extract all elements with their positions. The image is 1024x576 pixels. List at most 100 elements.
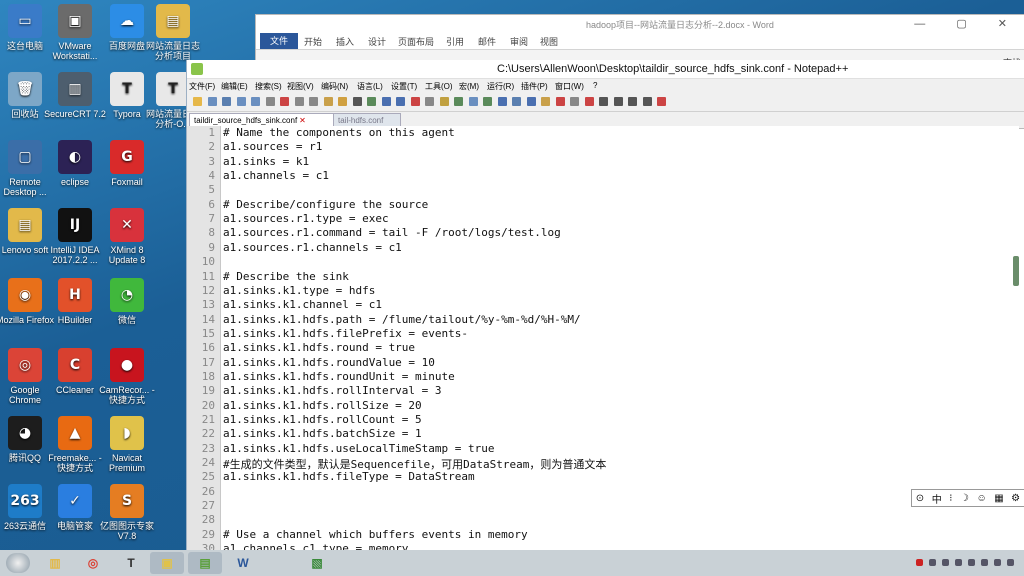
tray-icon[interactable] bbox=[929, 559, 936, 566]
toolbar-button-icon[interactable] bbox=[439, 97, 449, 106]
word-tab[interactable]: 审阅 bbox=[510, 35, 528, 48]
ime-button[interactable]: 中 bbox=[932, 491, 942, 506]
toolbar-button-icon[interactable] bbox=[396, 97, 405, 106]
toolbar-button-icon[interactable] bbox=[526, 97, 536, 106]
desktop-icon[interactable]: ◗ Navicat Premium bbox=[96, 416, 158, 473]
menu-item[interactable]: 宏(M) bbox=[459, 81, 479, 92]
code-line[interactable]: a1.sinks.k1.hdfs.fileType = DataStream bbox=[223, 470, 475, 483]
menu-item[interactable]: 搜索(S) bbox=[255, 81, 282, 92]
code-line[interactable]: # Use a channel which buffers events in … bbox=[223, 528, 528, 541]
menu-item[interactable]: 编辑(E) bbox=[221, 81, 248, 92]
toolbar-button-icon[interactable] bbox=[381, 97, 391, 106]
toolbar-button-icon[interactable] bbox=[265, 97, 275, 106]
toolbar-button-icon[interactable] bbox=[454, 97, 463, 106]
tray-icon[interactable] bbox=[942, 559, 949, 566]
ime-button[interactable]: ⊙ bbox=[916, 493, 924, 504]
toolbar-button-icon[interactable] bbox=[425, 97, 434, 106]
toolbar-button-icon[interactable] bbox=[497, 97, 507, 106]
code-line[interactable]: a1.sinks.k1.hdfs.rollCount = 5 bbox=[223, 413, 422, 426]
code-line[interactable]: a1.sinks.k1.hdfs.useLocalTimeStamp = tru… bbox=[223, 442, 495, 455]
menu-item[interactable]: 运行(R) bbox=[487, 81, 514, 92]
tray-icon[interactable] bbox=[994, 559, 1001, 566]
toolbar-button-icon[interactable] bbox=[555, 97, 565, 106]
toolbar-button-icon[interactable] bbox=[193, 97, 202, 106]
menu-item[interactable]: 编码(N) bbox=[321, 81, 348, 92]
word-tab[interactable]: 视图 bbox=[540, 35, 558, 48]
taskbar-app-explorer[interactable]: ▥ bbox=[38, 552, 72, 574]
toolbar-button-icon[interactable] bbox=[236, 97, 246, 106]
taskbar-app-notepad[interactable]: ▣ bbox=[150, 552, 184, 574]
toolbar-button-icon[interactable] bbox=[352, 97, 362, 106]
code-editor[interactable]: 1 2 3 4 5 6 7 8 9 10 11 12 13 14 15 16 17 18 19 20 21 22 23 24 2… bbox=[187, 126, 1019, 555]
toolbar-button-icon[interactable] bbox=[468, 97, 478, 106]
ime-toolbar[interactable]: ⊙ 中 ⁝ ☽ ☺ ▦ ⚙ bbox=[911, 489, 1024, 507]
menu-item[interactable]: 视图(V) bbox=[287, 81, 314, 92]
code-line[interactable]: a1.sources.r1.channels = c1 bbox=[223, 241, 402, 254]
menu-item[interactable]: 语言(L) bbox=[357, 81, 383, 92]
word-window-buttons[interactable]: — ▢ ✕ bbox=[914, 17, 1021, 30]
toolbar-button-icon[interactable] bbox=[309, 97, 318, 106]
menu-item[interactable]: 工具(O) bbox=[425, 81, 453, 92]
vertical-scrollbar-thumb[interactable] bbox=[1013, 256, 1019, 286]
code-line[interactable]: a1.sources = r1 bbox=[223, 140, 322, 153]
start-button[interactable] bbox=[6, 553, 30, 573]
ime-button[interactable]: ☽ bbox=[960, 493, 969, 504]
toolbar-button-icon[interactable] bbox=[599, 97, 608, 106]
ime-button[interactable]: ⚙ bbox=[1011, 493, 1020, 504]
code-line[interactable]: a1.sinks.k1.hdfs.batchSize = 1 bbox=[223, 427, 422, 440]
code-line[interactable]: a1.sources.r1.type = exec bbox=[223, 212, 389, 225]
system-tray[interactable] bbox=[916, 559, 1016, 567]
code-line[interactable]: a1.sinks.k1.hdfs.path = /flume/tailout/%… bbox=[223, 313, 581, 326]
desktop-icon[interactable]: ▤ 网站流量日志分析项目 bbox=[142, 4, 204, 61]
toolbar-button-icon[interactable] bbox=[483, 97, 492, 106]
taskbar-app-npp[interactable]: ▤ bbox=[188, 552, 222, 574]
toolbar-button-icon[interactable] bbox=[613, 97, 623, 106]
word-tab[interactable]: 邮件 bbox=[478, 35, 496, 48]
code-line[interactable]: a1.sinks.k1.type = hdfs bbox=[223, 284, 375, 297]
toolbar-button-icon[interactable] bbox=[584, 97, 594, 106]
tray-icon[interactable] bbox=[955, 559, 962, 566]
desktop-icon[interactable]: ✕ XMind 8 Update 8 bbox=[96, 208, 158, 265]
desktop-icon[interactable]: S 亿图图示专家 V7.8 bbox=[96, 484, 158, 541]
code-line[interactable]: a1.sinks.k1.hdfs.round = true bbox=[223, 341, 415, 354]
toolbar-button-icon[interactable] bbox=[251, 97, 260, 106]
toolbar-button-icon[interactable] bbox=[280, 97, 289, 106]
word-titlebar[interactable]: hadoop项目--网站流量日志分析--2.docx - Word — ▢ ✕ bbox=[256, 15, 1024, 33]
menu-item[interactable]: 设置(T) bbox=[391, 81, 417, 92]
word-tab[interactable]: 页面布局 bbox=[398, 35, 434, 48]
toolbar-button-icon[interactable] bbox=[207, 97, 217, 106]
toolbar-button-icon[interactable] bbox=[570, 97, 579, 106]
word-tab[interactable]: 设计 bbox=[368, 35, 386, 48]
toolbar-button-icon[interactable] bbox=[338, 97, 347, 106]
code-line[interactable]: a1.sinks.k1.channel = c1 bbox=[223, 298, 382, 311]
toolbar-button-icon[interactable] bbox=[512, 97, 521, 106]
code-line[interactable]: a1.sinks.k1.hdfs.rollInterval = 3 bbox=[223, 384, 442, 397]
close-icon[interactable]: ✕ bbox=[299, 116, 306, 125]
code-line[interactable]: a1.sinks.k1.hdfs.roundValue = 10 bbox=[223, 356, 435, 369]
toolbar-button-icon[interactable] bbox=[410, 97, 420, 106]
code-line[interactable]: # Name the components on this agent bbox=[223, 126, 455, 139]
taskbar-app-chrome[interactable]: ◎ bbox=[76, 552, 110, 574]
menu-item[interactable]: 插件(P) bbox=[521, 81, 548, 92]
word-tab[interactable]: 引用 bbox=[446, 35, 464, 48]
code-line[interactable]: # Describe/configure the source bbox=[223, 198, 428, 211]
toolbar-button-icon[interactable] bbox=[367, 97, 376, 106]
ime-button[interactable]: ⁝ bbox=[949, 493, 952, 504]
tray-icon[interactable] bbox=[981, 559, 988, 566]
ime-button[interactable]: ▦ bbox=[994, 493, 1003, 504]
taskbar-app-typora[interactable]: T bbox=[114, 552, 148, 574]
desktop-icon[interactable]: ● CamRecor... - 快捷方式 bbox=[96, 348, 158, 405]
toolbar-button-icon[interactable] bbox=[323, 97, 333, 106]
word-tab[interactable]: 开始 bbox=[304, 35, 322, 48]
toolbar-button-icon[interactable] bbox=[657, 97, 666, 106]
code-line[interactable]: a1.sinks.k1.hdfs.roundUnit = minute bbox=[223, 370, 455, 383]
toolbar-button-icon[interactable] bbox=[642, 97, 652, 106]
tray-icon[interactable] bbox=[1007, 559, 1014, 566]
menu-item[interactable]: ? bbox=[593, 81, 597, 90]
toolbar-button-icon[interactable] bbox=[222, 97, 231, 106]
word-file-tab[interactable]: 文件 bbox=[260, 33, 298, 49]
ime-button[interactable]: ☺ bbox=[976, 493, 986, 504]
npp-titlebar[interactable]: C:\Users\AllenWoon\Desktop\taildir_sourc… bbox=[187, 60, 1024, 79]
code-line[interactable]: a1.sources.r1.command = tail -F /root/lo… bbox=[223, 226, 561, 239]
menu-item[interactable]: 窗口(W) bbox=[555, 81, 584, 92]
